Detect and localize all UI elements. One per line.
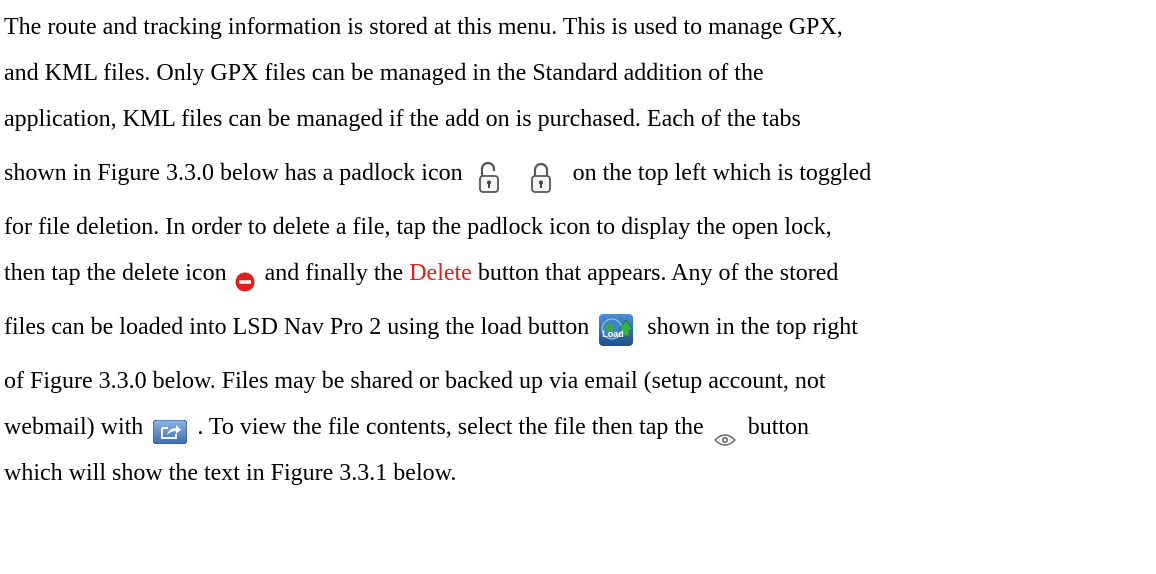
- line-5-text: for file deletion. In order to delete a …: [4, 214, 832, 240]
- text-line-9: webmail) with . To view the file content…: [4, 404, 1150, 450]
- text-line-6: then tap the delete icon and finally the…: [4, 250, 1150, 296]
- text-line-3: application, KML files can be managed if…: [4, 96, 1150, 142]
- line-4-text-end: on the top left which is toggled: [572, 160, 872, 186]
- instruction-paragraph: The route and tracking information is st…: [4, 4, 1150, 496]
- text-line-10: which will show the text in Figure 3.3.1…: [4, 450, 1150, 496]
- line-7-text-start: files can be loaded into LSD Nav Pro 2 u…: [4, 314, 590, 340]
- line-3-text: application, KML files can be managed if…: [4, 106, 801, 132]
- line-7-text-end: shown in the top right: [647, 314, 858, 340]
- line-9-text-mid: . To view the file contents, select the …: [197, 414, 704, 440]
- eye-icon: [713, 418, 736, 447]
- text-line-8: of Figure 3.3.0 below. Files may be shar…: [4, 358, 1150, 404]
- line-8-text: of Figure 3.3.0 below. Files may be shar…: [4, 368, 826, 394]
- line-10-text: which will show the text in Figure 3.3.1…: [4, 460, 457, 486]
- load-icon-label: Load: [602, 329, 624, 340]
- share-icon: [152, 414, 188, 445]
- padlock-open-icon: [477, 157, 501, 194]
- text-line-1: The route and tracking information is st…: [4, 4, 1150, 50]
- line-1-text: The route and tracking information is st…: [4, 14, 843, 40]
- text-line-2: and KML files. Only GPX files can be man…: [4, 50, 1150, 96]
- line-9-text-end: button: [747, 414, 810, 440]
- text-line-7: files can be loaded into LSD Nav Pro 2 u…: [4, 296, 1150, 358]
- line-4-text-start: shown in Figure 3.3.0 below has a padloc…: [4, 160, 463, 186]
- line-6-text-start: then tap the delete icon: [4, 260, 227, 286]
- text-line-4: shown in Figure 3.3.0 below has a padloc…: [4, 142, 1150, 204]
- text-line-5: for file deletion. In order to delete a …: [4, 204, 1150, 250]
- line-6-text-mid: and finally the: [264, 260, 404, 286]
- delete-icon: [235, 262, 255, 292]
- line-9-text-start: webmail) with: [4, 414, 144, 440]
- load-icon: Load: [599, 308, 635, 347]
- delete-button-label: Delete: [409, 260, 472, 286]
- line-6-text-end: button that appears. Any of the stored: [477, 260, 839, 286]
- padlock-closed-icon: [529, 157, 553, 194]
- line-2-text: and KML files. Only GPX files can be man…: [4, 60, 764, 86]
